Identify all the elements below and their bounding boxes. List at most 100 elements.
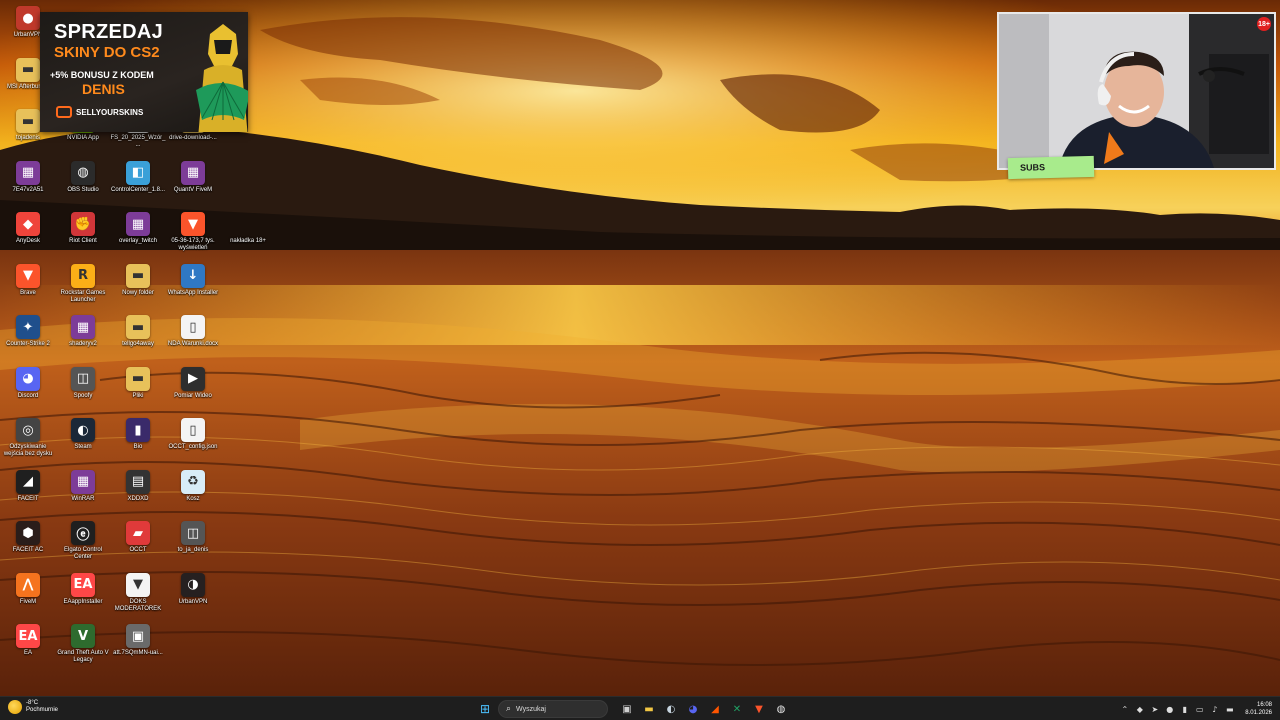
start-button[interactable]: ⊞ [477,701,493,717]
desktop-icon-label: OCCT_config.json [168,444,218,450]
microphone-icon[interactable]: ● [1164,705,1175,714]
desktop-icon[interactable]: ◐ Steam [55,418,111,451]
desktop-icon[interactable]: V Grand Theft Auto V Legacy [55,624,111,664]
desktop-icon-label: WhatsApp Installer [167,289,219,296]
battery-icon[interactable]: ▬ [1224,705,1235,714]
desktop-icon[interactable]: ◧ ControlCenter_1.8... [110,160,166,194]
desktop-icon[interactable]: ▬ Nowy folder [110,263,166,297]
obs-icon[interactable]: ◍ [773,701,789,717]
webcam-overlay: 18+ [997,12,1276,170]
faceit-icon: ◢ [16,469,40,494]
gta-icon: V [71,624,95,648]
folder-icon: ▬ [126,315,150,339]
document-icon: ▯ [181,315,205,339]
desktop-icon[interactable]: ▼ DOKS MODERATOREK [110,572,166,613]
desktop-icon[interactable]: ◫ Spoofy [55,366,111,400]
desktop-icon-label: Pliki [132,392,144,399]
desktop-icon[interactable]: ▣ att.7SQmMN-uai... [110,624,166,657]
desktop-icon-label: AnyDesk [15,238,40,244]
desktop-icon[interactable]: EA EA [0,624,56,657]
desktop-icon[interactable]: ▤ XDDXD [110,469,166,503]
desktop-icon-label: 05-36-173,7 tys. wyświetleń [171,238,215,251]
desktop-icon[interactable]: ✦ Counter-Strike 2 [0,315,56,348]
desktop-icon[interactable]: EA EAappInstaller [55,572,111,606]
telegram-icon[interactable]: ➤ [1149,705,1160,714]
file-explorer-icon[interactable]: ▬ [641,701,657,717]
desktop-icon[interactable]: ▦ shaderyv2 [55,315,111,348]
desktop-icon[interactable]: ♻ Kosz [165,469,221,503]
archive-icon: ▦ [71,469,95,494]
desktop-icon[interactable]: ▬ tellgo4away [110,315,166,348]
desktop-icon[interactable]: ▶ Pomiar Wideo [165,366,221,400]
anydesk-icon: ◆ [16,212,40,236]
installer-icon: ◧ [126,160,150,185]
desktop-icon[interactable]: ▮ Bio [110,418,166,451]
brave-icon[interactable]: ▼ [751,701,767,717]
folder-icon: ▬ [126,263,150,288]
desktop-icon[interactable]: ▼ Brave [0,263,56,297]
brave-icon: ▼ [16,263,40,288]
desktop-icon[interactable]: ▰ OCCT [110,521,166,554]
desktop-icon[interactable]: ⬢ FACEIT AC [0,521,56,554]
desktop-icon[interactable]: ◆ AnyDesk [0,212,56,245]
archive-icon: ▦ [126,212,150,236]
desktop-icon[interactable]: ◕ Discord [0,366,56,400]
desktop-icon-label: Grand Theft Auto V Legacy [57,650,109,663]
desktop-icon[interactable]: ✊ Riot Client [55,212,111,245]
network-app-icon[interactable]: ◆ [1134,705,1145,714]
desktop-icon[interactable]: ▦ overlay_twitch [110,212,166,245]
character-illustration-icon [196,24,248,132]
desktop-icon-label: Odzyskiwanie wejścia bez dysku [3,444,53,457]
weather-widget[interactable]: -8°C Pochmurnie [8,700,58,714]
desktop-icon-label: to_ja_denis [177,547,209,553]
desktop-icon[interactable]: ◫ to_ja_denis [165,521,221,554]
desktop-icon[interactable]: nakładka 18+ [220,212,276,245]
ad-line-2: SKINY DO CS2 [54,44,160,61]
display-icon[interactable]: ▭ [1194,705,1205,714]
steam-icon[interactable]: ◐ [663,701,679,717]
desktop-icon[interactable]: ↓ WhatsApp Installer [165,263,221,297]
desktop-icon-label: shaderyv2 [69,341,97,347]
download-icon: ↓ [181,263,205,288]
sellyourskins-logo-icon [56,106,72,118]
app-icon: ▮ [126,418,150,442]
clock[interactable]: 16:08 8.01.2026 [1245,701,1272,717]
desktop-icon[interactable]: ▯ NDA Warunki.docx [165,315,221,348]
steam-icon: ◐ [71,418,95,442]
task-view-icon[interactable]: ▣ [619,701,635,717]
ea-icon: EA [16,624,40,648]
app-icon: ◫ [181,521,205,545]
desktop-icon-label: Elgato Control Center [63,547,103,560]
search-box[interactable]: ⌕ Wyszukaj [498,700,608,718]
volume-icon[interactable]: ♪ [1209,705,1220,714]
app-icon: ◑ [181,572,205,597]
archive-icon: ▦ [181,160,205,185]
desktop-icon[interactable]: ◎ Odzyskiwanie wejścia bez dysku [0,418,56,458]
faceit-ac-icon: ⬢ [16,521,40,545]
desktop-icon-label: Brave [20,289,36,296]
desktop-icon[interactable]: ▯ OCCT_config.json [165,418,221,451]
desktop-icon[interactable]: ⋀ FiveM [0,572,56,606]
weather-temperature: -8°C [26,700,39,706]
desktop-icon-label: Rockstar Games Launcher [60,289,106,303]
desktop-icon[interactable]: ◑ UrbanVPN [165,572,221,606]
discord-icon[interactable]: ◕ [685,701,701,717]
desktop-icon-label: FACEIT AC [12,547,44,553]
desktop-icon[interactable]: ▦ WinRAR [55,469,111,503]
desktop-icon[interactable]: ▦ 7E47v2A51 [0,160,56,194]
excel-icon[interactable]: ✕ [729,701,745,717]
desktop-icon[interactable]: ▼ 05-36-173,7 tys. wyświetleń [165,212,221,252]
chevron-up-icon[interactable]: ⌃ [1119,705,1130,714]
desktop-icon[interactable]: ⓔ Elgato Control Center [55,521,111,561]
usb-icon[interactable]: ▮ [1179,705,1190,714]
ad-line-1: SPRZEDAJ [54,21,164,43]
faceit-icon[interactable]: ◢ [707,701,723,717]
desktop-icon[interactable]: ▬ Pliki [110,366,166,400]
desktop-icon[interactable]: ◢ FACEIT [0,469,56,503]
desktop-icon-label: tellgo4away [122,341,154,347]
desktop-icon-label: DOKS MODERATOREK [114,598,162,612]
desktop-icon[interactable]: R Rockstar Games Launcher [55,263,111,304]
desktop-icon[interactable]: ▦ QuantV FiveM [165,160,221,194]
archive-icon: ▦ [16,160,40,185]
desktop-icon[interactable]: ◍ OBS Studio [55,160,111,194]
